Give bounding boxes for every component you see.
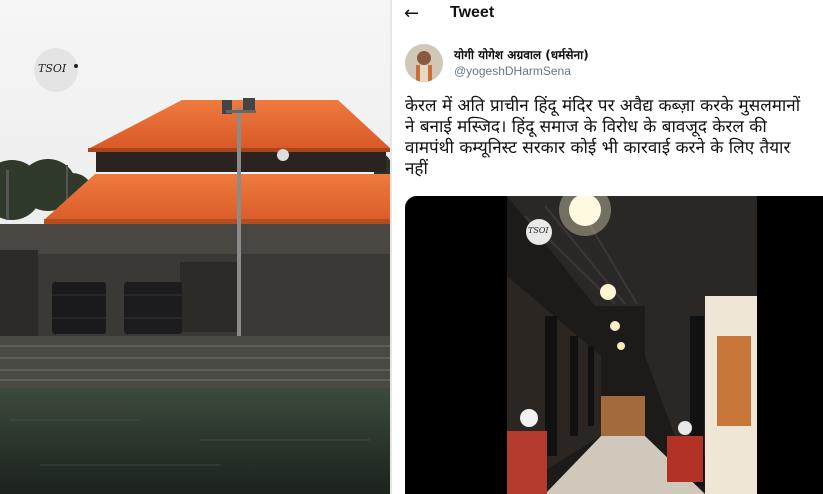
- avatar[interactable]: [405, 44, 443, 82]
- tweet-text: केरल में अति प्राचीन हिंदू मंदिर पर अवैद…: [405, 96, 823, 180]
- page-title: Tweet: [450, 4, 495, 21]
- tweet-text-line: नहीं: [405, 159, 428, 179]
- tweet-text-line: केरल में अति प्राचीन हिंदू मंदिर पर अवैद…: [405, 96, 801, 116]
- photo-watermark-text: TSOI: [38, 62, 67, 75]
- left-arrow-icon[interactable]: ←: [404, 3, 424, 25]
- tweet-text-line: ने बनाई मस्जिद। हिंदू समाज के विरोध के ब…: [405, 117, 767, 137]
- screenshot-collage: TSOI ← Tweet योगी योगेश अग्रवाल (धर्मसेन…: [0, 0, 823, 494]
- temple-photo: TSOI: [0, 0, 390, 494]
- tweet-panel: ← Tweet योगी योगेश अग्रवाल (धर्मसेना) @y…: [392, 0, 823, 494]
- avatar-image: [405, 44, 443, 82]
- tweet-header: ← Tweet: [392, 0, 823, 30]
- author-handle[interactable]: @yogeshDHarmSena: [454, 64, 571, 78]
- mosque-interior-image: [405, 196, 823, 494]
- tweet-text-line: वामपंथी कम्यूनिस्ट सरकार कोई भी कारवाई क…: [405, 138, 791, 158]
- author-name[interactable]: योगी योगेश अग्रवाल (धर्मसेना): [454, 46, 589, 63]
- video-watermark-text: TSOI: [528, 226, 549, 235]
- tweet-media-video[interactable]: TSOI: [405, 196, 823, 494]
